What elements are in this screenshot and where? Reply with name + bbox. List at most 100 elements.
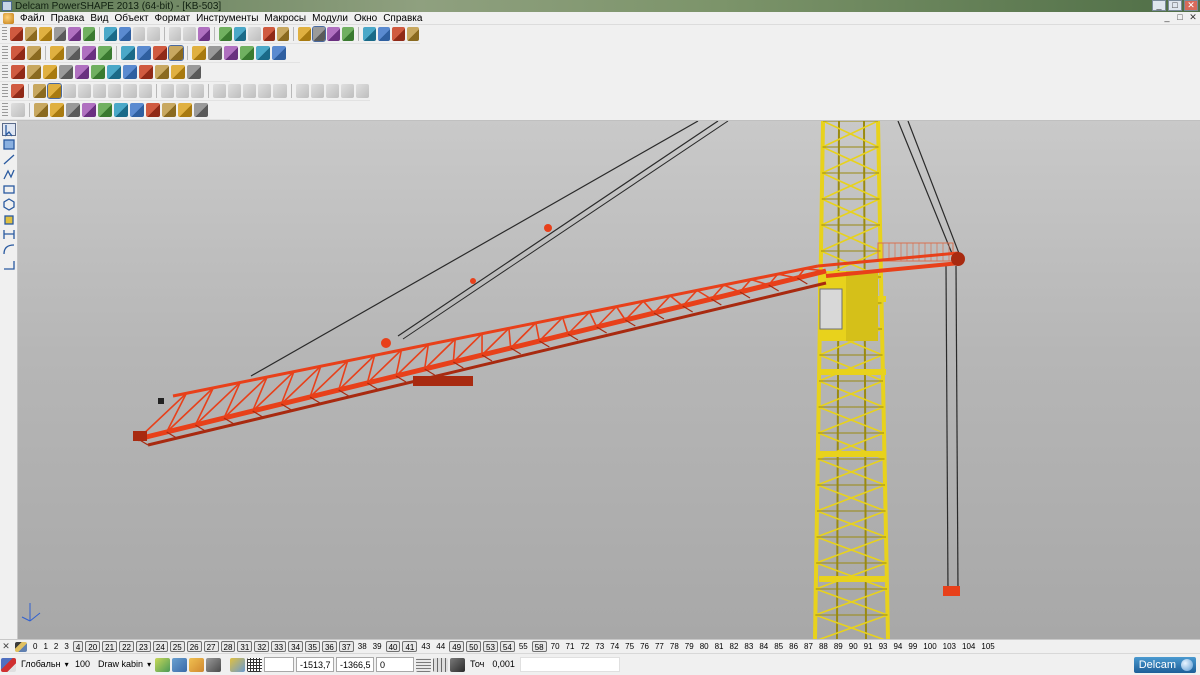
toolbar-tool-icon[interactable] xyxy=(194,103,208,117)
toolbar-tool-icon[interactable] xyxy=(171,65,185,79)
toolbar-tool-icon[interactable] xyxy=(356,84,370,98)
doc-close-button[interactable]: ✕ xyxy=(1188,13,1198,23)
toolbar-tool-icon[interactable] xyxy=(162,103,176,117)
doc-restore-button[interactable]: □ xyxy=(1175,13,1185,23)
toolbar-tool-icon[interactable] xyxy=(93,84,107,98)
dimension-icon[interactable] xyxy=(2,228,16,241)
level-button[interactable]: 27 xyxy=(203,641,219,652)
toolbar-tool-icon[interactable] xyxy=(82,103,96,117)
toolbar-tool-icon[interactable] xyxy=(160,84,174,98)
toolbar-tool-icon[interactable] xyxy=(197,27,211,41)
toolbar-tool-icon[interactable] xyxy=(363,27,376,41)
toolbar-tool-icon[interactable] xyxy=(183,27,196,41)
toolbar-tool-icon[interactable] xyxy=(208,46,222,60)
toolbar-tool-icon[interactable] xyxy=(327,27,340,41)
toolbar-grip[interactable] xyxy=(2,46,8,60)
level-button[interactable]: 82 xyxy=(727,641,742,652)
toolbar-tool-icon[interactable] xyxy=(262,27,275,41)
tolerance-icon[interactable] xyxy=(450,657,466,672)
surface-icon[interactable] xyxy=(2,258,16,271)
toolbar-tool-icon[interactable] xyxy=(175,84,189,98)
toolbar-tool-icon[interactable] xyxy=(27,46,41,60)
toolbar-tool-icon[interactable] xyxy=(59,65,73,79)
toolbar-tool-icon[interactable] xyxy=(34,103,48,117)
toolbar-tool-icon[interactable] xyxy=(139,65,153,79)
level-button[interactable]: 72 xyxy=(577,641,592,652)
toolbar-tool-icon[interactable] xyxy=(187,65,201,79)
toolbar-tool-icon[interactable] xyxy=(50,46,64,60)
toolbar-tool-icon[interactable] xyxy=(78,84,92,98)
level-button[interactable]: 75 xyxy=(622,641,637,652)
level-button[interactable]: 74 xyxy=(607,641,622,652)
level-button[interactable]: 83 xyxy=(741,641,756,652)
level-button[interactable]: 23 xyxy=(135,641,151,652)
workplane-select[interactable]: Глобальн xyxy=(18,657,70,672)
toolbar-tool-icon[interactable] xyxy=(147,27,160,41)
level-button[interactable]: 2 xyxy=(51,641,61,652)
toolbar-tool-icon[interactable] xyxy=(276,27,290,41)
toolbar-tool-icon[interactable] xyxy=(340,84,354,98)
toolbar-grip[interactable] xyxy=(2,65,8,79)
level-button[interactable]: 22 xyxy=(119,641,134,652)
color-icon[interactable] xyxy=(155,657,171,672)
toolbar-tool-icon[interactable] xyxy=(24,27,38,41)
level-button[interactable]: 44 xyxy=(433,641,448,652)
toolbar-tool-icon[interactable] xyxy=(68,27,81,41)
toolbar-tool-icon[interactable] xyxy=(118,27,131,41)
level-button[interactable]: 105 xyxy=(978,641,997,652)
level-button[interactable]: 100 xyxy=(920,641,939,652)
lock-icon[interactable] xyxy=(206,657,222,672)
level-button[interactable]: 0 xyxy=(30,641,40,652)
level-button[interactable]: 86 xyxy=(786,641,801,652)
toolbar-tool-icon[interactable] xyxy=(258,84,272,98)
doc-minimize-button[interactable]: _ xyxy=(1162,13,1172,23)
level-button[interactable]: 104 xyxy=(959,641,978,652)
workplane-icon[interactable] xyxy=(1,657,16,672)
coord-z[interactable]: 0 xyxy=(376,657,415,672)
level-button[interactable]: 43 xyxy=(418,641,433,652)
toolbar-tool-icon[interactable] xyxy=(10,84,24,98)
toolbar-tool-icon[interactable] xyxy=(311,26,327,42)
toolbar-tool-icon[interactable] xyxy=(11,103,25,117)
level-button[interactable]: 38 xyxy=(355,641,370,652)
level-select-icon[interactable] xyxy=(15,641,27,652)
level-button[interactable]: 87 xyxy=(801,641,816,652)
grid-icon[interactable] xyxy=(247,657,263,672)
level-button[interactable]: 32 xyxy=(254,641,270,652)
level-button[interactable]: 76 xyxy=(637,641,652,652)
minimize-button[interactable]: _ xyxy=(1152,0,1166,11)
menu-view[interactable]: Вид xyxy=(87,12,111,25)
level-button[interactable]: 90 xyxy=(846,641,861,652)
graphics-viewport[interactable] xyxy=(18,121,1200,639)
toolbar-tool-icon[interactable] xyxy=(190,84,204,98)
toolbar-tool-icon[interactable] xyxy=(121,46,135,60)
level-button[interactable]: 99 xyxy=(905,641,920,652)
level-button[interactable]: 94 xyxy=(890,641,905,652)
menu-edit[interactable]: Правка xyxy=(48,12,88,25)
toolbar-tool-icon[interactable] xyxy=(53,27,67,41)
level-button[interactable]: 40 xyxy=(385,641,401,652)
toolbar-tool-icon[interactable] xyxy=(62,84,77,98)
level-button[interactable]: 103 xyxy=(940,641,959,652)
toolbar-tool-icon[interactable] xyxy=(43,65,57,79)
toolbar-tool-icon[interactable] xyxy=(108,84,122,98)
tolerance-value[interactable]: 0,001 xyxy=(489,657,518,672)
menu-format[interactable]: Формат xyxy=(152,12,194,25)
toolbar-tool-icon[interactable] xyxy=(10,27,23,41)
toolbar-tool-icon[interactable] xyxy=(295,84,309,98)
level-button[interactable]: 78 xyxy=(667,641,682,652)
level-button[interactable]: 25 xyxy=(169,641,185,652)
level-button[interactable]: 24 xyxy=(152,641,168,652)
level-button[interactable]: 58 xyxy=(531,641,547,652)
toolbar-tool-icon[interactable] xyxy=(11,65,25,79)
level-button[interactable]: 41 xyxy=(402,641,418,652)
toolbar-tool-icon[interactable] xyxy=(298,27,311,41)
toolbar-tool-icon[interactable] xyxy=(130,103,144,117)
toolbar-tool-icon[interactable] xyxy=(310,84,324,98)
toolbar-tool-icon[interactable] xyxy=(98,103,112,117)
level-button[interactable]: 77 xyxy=(652,641,667,652)
toolbar-tool-icon[interactable] xyxy=(392,27,405,41)
toolbar-tool-icon[interactable] xyxy=(114,103,128,117)
toolbar-tool-icon[interactable] xyxy=(377,27,391,41)
toolbar-tool-icon[interactable] xyxy=(178,103,192,117)
